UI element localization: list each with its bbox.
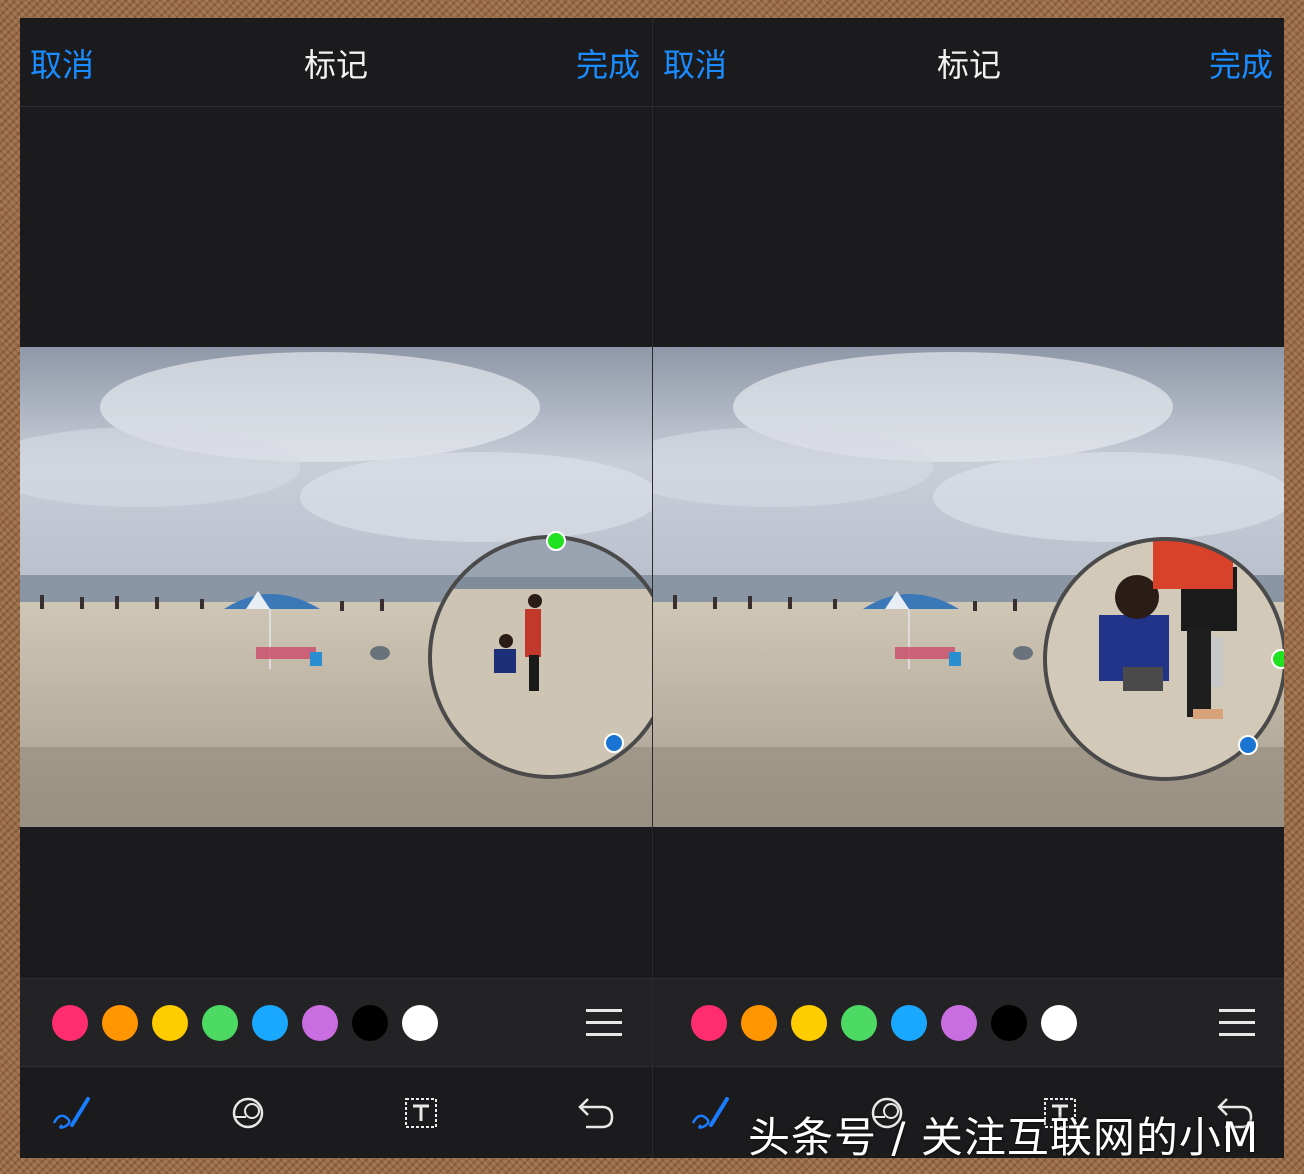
done-button[interactable]: 完成: [576, 40, 640, 86]
child-figure: [494, 649, 516, 673]
navigation-bar: 取消 标记 完成: [653, 18, 1284, 107]
color-swatch-orange[interactable]: [102, 1005, 138, 1041]
color-swatch-pink[interactable]: [52, 1005, 88, 1041]
pen-icon[interactable]: [50, 1093, 94, 1133]
color-swatch-black[interactable]: [991, 1005, 1027, 1041]
magnification-handle: [1271, 649, 1284, 669]
color-palette: [653, 978, 1284, 1067]
color-palette: [20, 978, 652, 1067]
resize-handle: [604, 733, 624, 753]
watermark: 头条号 / 关注互联网的小M: [748, 1113, 1260, 1162]
color-swatch-white[interactable]: [402, 1005, 438, 1041]
menu-icon[interactable]: [1219, 1007, 1255, 1039]
beach-photo: [20, 347, 652, 827]
color-swatch-green[interactable]: [202, 1005, 238, 1041]
color-swatch-blue[interactable]: [891, 1005, 927, 1041]
menu-icon[interactable]: [586, 1007, 622, 1039]
color-swatch-yellow[interactable]: [791, 1005, 827, 1041]
page-title: 标记: [303, 46, 368, 84]
undo-icon[interactable]: [572, 1093, 616, 1133]
resize-handle: [1238, 735, 1258, 755]
color-swatch-orange[interactable]: [741, 1005, 777, 1041]
color-swatch-pink[interactable]: [691, 1005, 727, 1041]
comparison-frame: 取消 标记 完成 取消 标记 完成: [20, 18, 1284, 1158]
beach-photo: [653, 347, 1284, 827]
beach-photo-canvas: [20, 347, 652, 827]
markup-toolbar: [20, 1066, 652, 1158]
color-swatch-purple[interactable]: [941, 1005, 977, 1041]
magnification-handle: [546, 531, 566, 551]
markup-screen-right: 取消 标记 完成: [652, 18, 1284, 1158]
beach-photo-canvas: [653, 347, 1284, 827]
magnifier-icon[interactable]: [226, 1093, 270, 1133]
color-swatch-white[interactable]: [1041, 1005, 1077, 1041]
color-swatch-green[interactable]: [841, 1005, 877, 1041]
color-swatch-blue[interactable]: [252, 1005, 288, 1041]
color-swatch-yellow[interactable]: [152, 1005, 188, 1041]
adult-figure: [525, 609, 541, 657]
done-button[interactable]: 完成: [1209, 40, 1273, 86]
color-swatch-black[interactable]: [352, 1005, 388, 1041]
color-swatch-purple[interactable]: [302, 1005, 338, 1041]
navigation-bar: 取消 标记 完成: [20, 18, 652, 107]
text-box-icon[interactable]: [400, 1093, 444, 1133]
pen-icon[interactable]: [689, 1093, 733, 1133]
page-title: 标记: [936, 46, 1001, 84]
markup-screen-left: 取消 标记 完成: [20, 18, 652, 1158]
